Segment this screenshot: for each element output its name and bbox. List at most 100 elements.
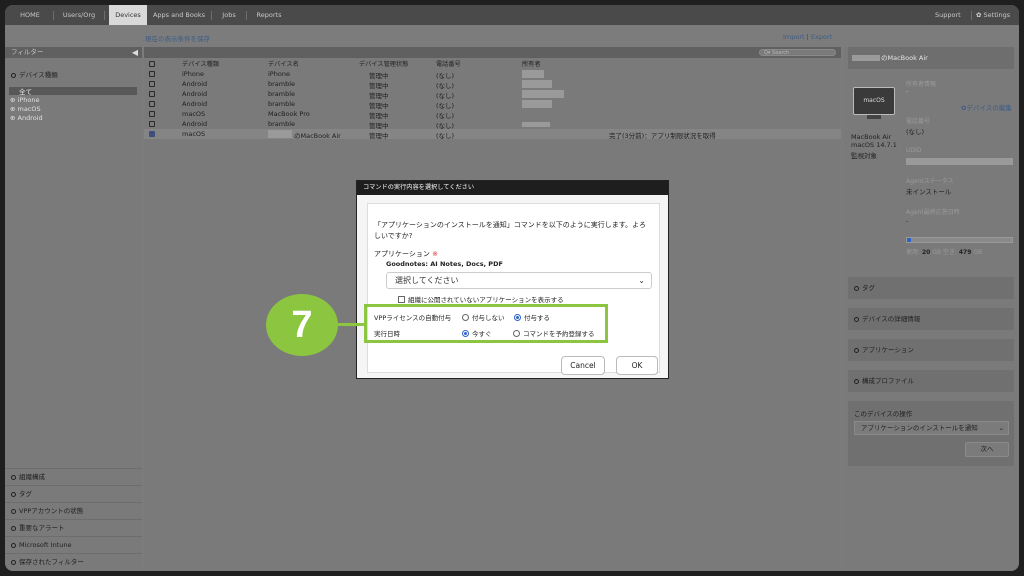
section-label: アプリケーション [862, 346, 914, 354]
save-filter-link[interactable]: 現在の表示条件を保存 [145, 33, 210, 43]
nav-separator [971, 11, 972, 20]
table-row[interactable]: iPhone iPhone 管理中 (なし) [144, 69, 841, 80]
app-label: アプリケーション [374, 250, 430, 258]
expand-icon [854, 285, 859, 291]
export-link[interactable]: Export [811, 33, 832, 41]
row-checkbox[interactable] [149, 71, 155, 77]
platform-macos-label: macOS [17, 105, 41, 113]
step-badge: 7 [266, 294, 338, 356]
import-link[interactable]: Import [783, 33, 805, 41]
row-checkbox[interactable] [149, 111, 155, 117]
sidebar-item-saved[interactable]: 保存されたフィルター [5, 553, 142, 570]
owner-redacted [522, 80, 552, 88]
agent-last-label: Agent最終応答日時 [906, 209, 960, 216]
sidebar-item-intune[interactable]: Microsoft Intune [5, 536, 142, 553]
storage-unit: GB [932, 249, 941, 256]
section-label: デバイスの詳細情報 [862, 315, 921, 323]
col-phone[interactable]: 電話番号 [436, 59, 461, 68]
cancel-button[interactable]: Cancel [561, 356, 605, 375]
agent-status-value: 未インストール [906, 188, 952, 196]
col-device-name[interactable]: デバイス名 [268, 59, 299, 68]
cell-name: bramble [268, 80, 296, 88]
section-applications[interactable]: アプリケーション [848, 339, 1014, 361]
dialog-title: コマンドの実行内容を選択してください [357, 181, 668, 195]
nav-home[interactable]: HOME [10, 5, 50, 25]
sidebar-item-label: Microsoft Intune [19, 541, 72, 549]
cell-status: 管理中 [369, 132, 389, 140]
settings-link[interactable]: ✿ Settings [976, 5, 1010, 25]
cell-job-status: 完了(3分前)：アプリ制限状況を取得 [609, 132, 716, 140]
app-name: Goodnotes: AI Notes, Docs, PDF [386, 260, 503, 268]
col-management[interactable]: デバイス管理状態 [359, 59, 408, 68]
expand-icon [854, 347, 859, 353]
show-unpublished-option[interactable]: 組織に公開されていないアプリケーションを表示する [398, 294, 564, 304]
row-checkbox[interactable] [149, 101, 155, 107]
row-checkbox[interactable] [149, 81, 155, 87]
storage-used-value: 20 [921, 249, 931, 256]
col-device-type[interactable]: デバイス種類 [182, 59, 219, 68]
search-input[interactable]: Q▾ Search [759, 49, 836, 56]
table-row[interactable]: Android bramble 管理中 (なし) [144, 79, 841, 90]
nav-reports[interactable]: Reports [250, 5, 288, 25]
cell-type: Android [182, 100, 208, 108]
nav-devices[interactable]: Devices [109, 5, 147, 25]
filter-title: フィルター [11, 48, 44, 56]
platform-all[interactable]: 全て [19, 86, 32, 96]
top-nav: HOME Users/Org Devices Apps and Books Jo… [5, 5, 1019, 25]
confirm-question: 「アプリケーションのインストールを通知」コマンドを以下のように実行します。よろし… [374, 221, 647, 240]
owner-redacted [522, 122, 550, 127]
table-row[interactable]: Android bramble 管理中 (なし) [144, 89, 841, 100]
nav-separator [246, 11, 247, 20]
storage-text: 使用: 20 GB 空き: 479 GB [906, 247, 982, 256]
table-row[interactable]: macOS MacBook Pro 管理中 (なし) [144, 109, 841, 120]
storage-free-label: 空き: [942, 249, 957, 256]
device-type-filter[interactable]: デバイス種類 [11, 69, 58, 79]
table-row[interactable]: Android bramble 管理中 (なし) [144, 119, 841, 130]
gear-icon: ✿ [976, 11, 982, 19]
device-detail-panel: のMacBook Air macOS MacBook Air macOS 14.… [843, 47, 1019, 571]
ops-select[interactable]: アプリケーションのインストールを通知 ⌄ [854, 421, 1009, 435]
expand-icon [854, 316, 859, 322]
sidebar-item-org[interactable]: 組織構成 [5, 468, 142, 485]
expand-icon [11, 491, 16, 497]
col-owner[interactable]: 所有者 [522, 59, 541, 68]
collapse-icon[interactable]: ◀ [132, 47, 138, 58]
section-tag[interactable]: タグ [848, 277, 1014, 299]
select-all-checkbox[interactable] [149, 61, 155, 67]
sidebar-item-tag[interactable]: タグ [5, 485, 142, 502]
expand-icon [11, 508, 16, 514]
platform-android[interactable]: ⊕ Android [10, 114, 43, 122]
support-link[interactable]: Support [935, 5, 961, 25]
row-checkbox[interactable] [149, 91, 155, 97]
os-badge: macOS [863, 97, 885, 104]
nav-users[interactable]: Users/Org [57, 5, 101, 25]
next-button[interactable]: 次へ [965, 442, 1009, 457]
cell-phone: (なし) [436, 132, 455, 140]
platform-macos[interactable]: ⊕ macOS [10, 105, 41, 113]
cell-name: のMacBook Air [294, 132, 341, 140]
platform-iphone[interactable]: ⊕ iPhone [10, 96, 39, 104]
table-row-selected[interactable]: macOS のMacBook Air 管理中 (なし) 完了(3分前)：アプリ制… [144, 129, 841, 140]
cell-name: MacBook Pro [268, 110, 310, 118]
table-row[interactable]: Android bramble 管理中 (なし) [144, 99, 841, 110]
nav-apps[interactable]: Apps and Books [150, 5, 208, 25]
sidebar-item-vpp[interactable]: VPPアカウントの状態 [5, 502, 142, 519]
row-checkbox[interactable] [149, 131, 155, 137]
cell-type: Android [182, 90, 208, 98]
cell-type: macOS [182, 130, 206, 138]
mac-stand [867, 115, 881, 119]
section-profiles[interactable]: 構成プロファイル [848, 370, 1014, 392]
nav-jobs[interactable]: Jobs [215, 5, 243, 25]
row-checkbox[interactable] [149, 121, 155, 127]
show-unpublished-checkbox[interactable] [398, 296, 405, 303]
sidebar-item-alerts[interactable]: 重要なアラート [5, 519, 142, 536]
filter-header: フィルター ◀ [5, 47, 142, 58]
sidebar-item-label: 保存されたフィルター [19, 558, 84, 566]
device-os: macOS 14.7.1 [851, 141, 897, 149]
platform-android-label: Android [17, 114, 43, 122]
section-device-details[interactable]: デバイスの詳細情報 [848, 308, 1014, 330]
plus-icon: ⊕ [10, 114, 16, 122]
edit-device-link[interactable]: ✿デバイスの編集 [961, 102, 1012, 112]
ok-button[interactable]: OK [616, 356, 658, 375]
app-select[interactable]: 選択してください ⌄ [386, 272, 652, 289]
